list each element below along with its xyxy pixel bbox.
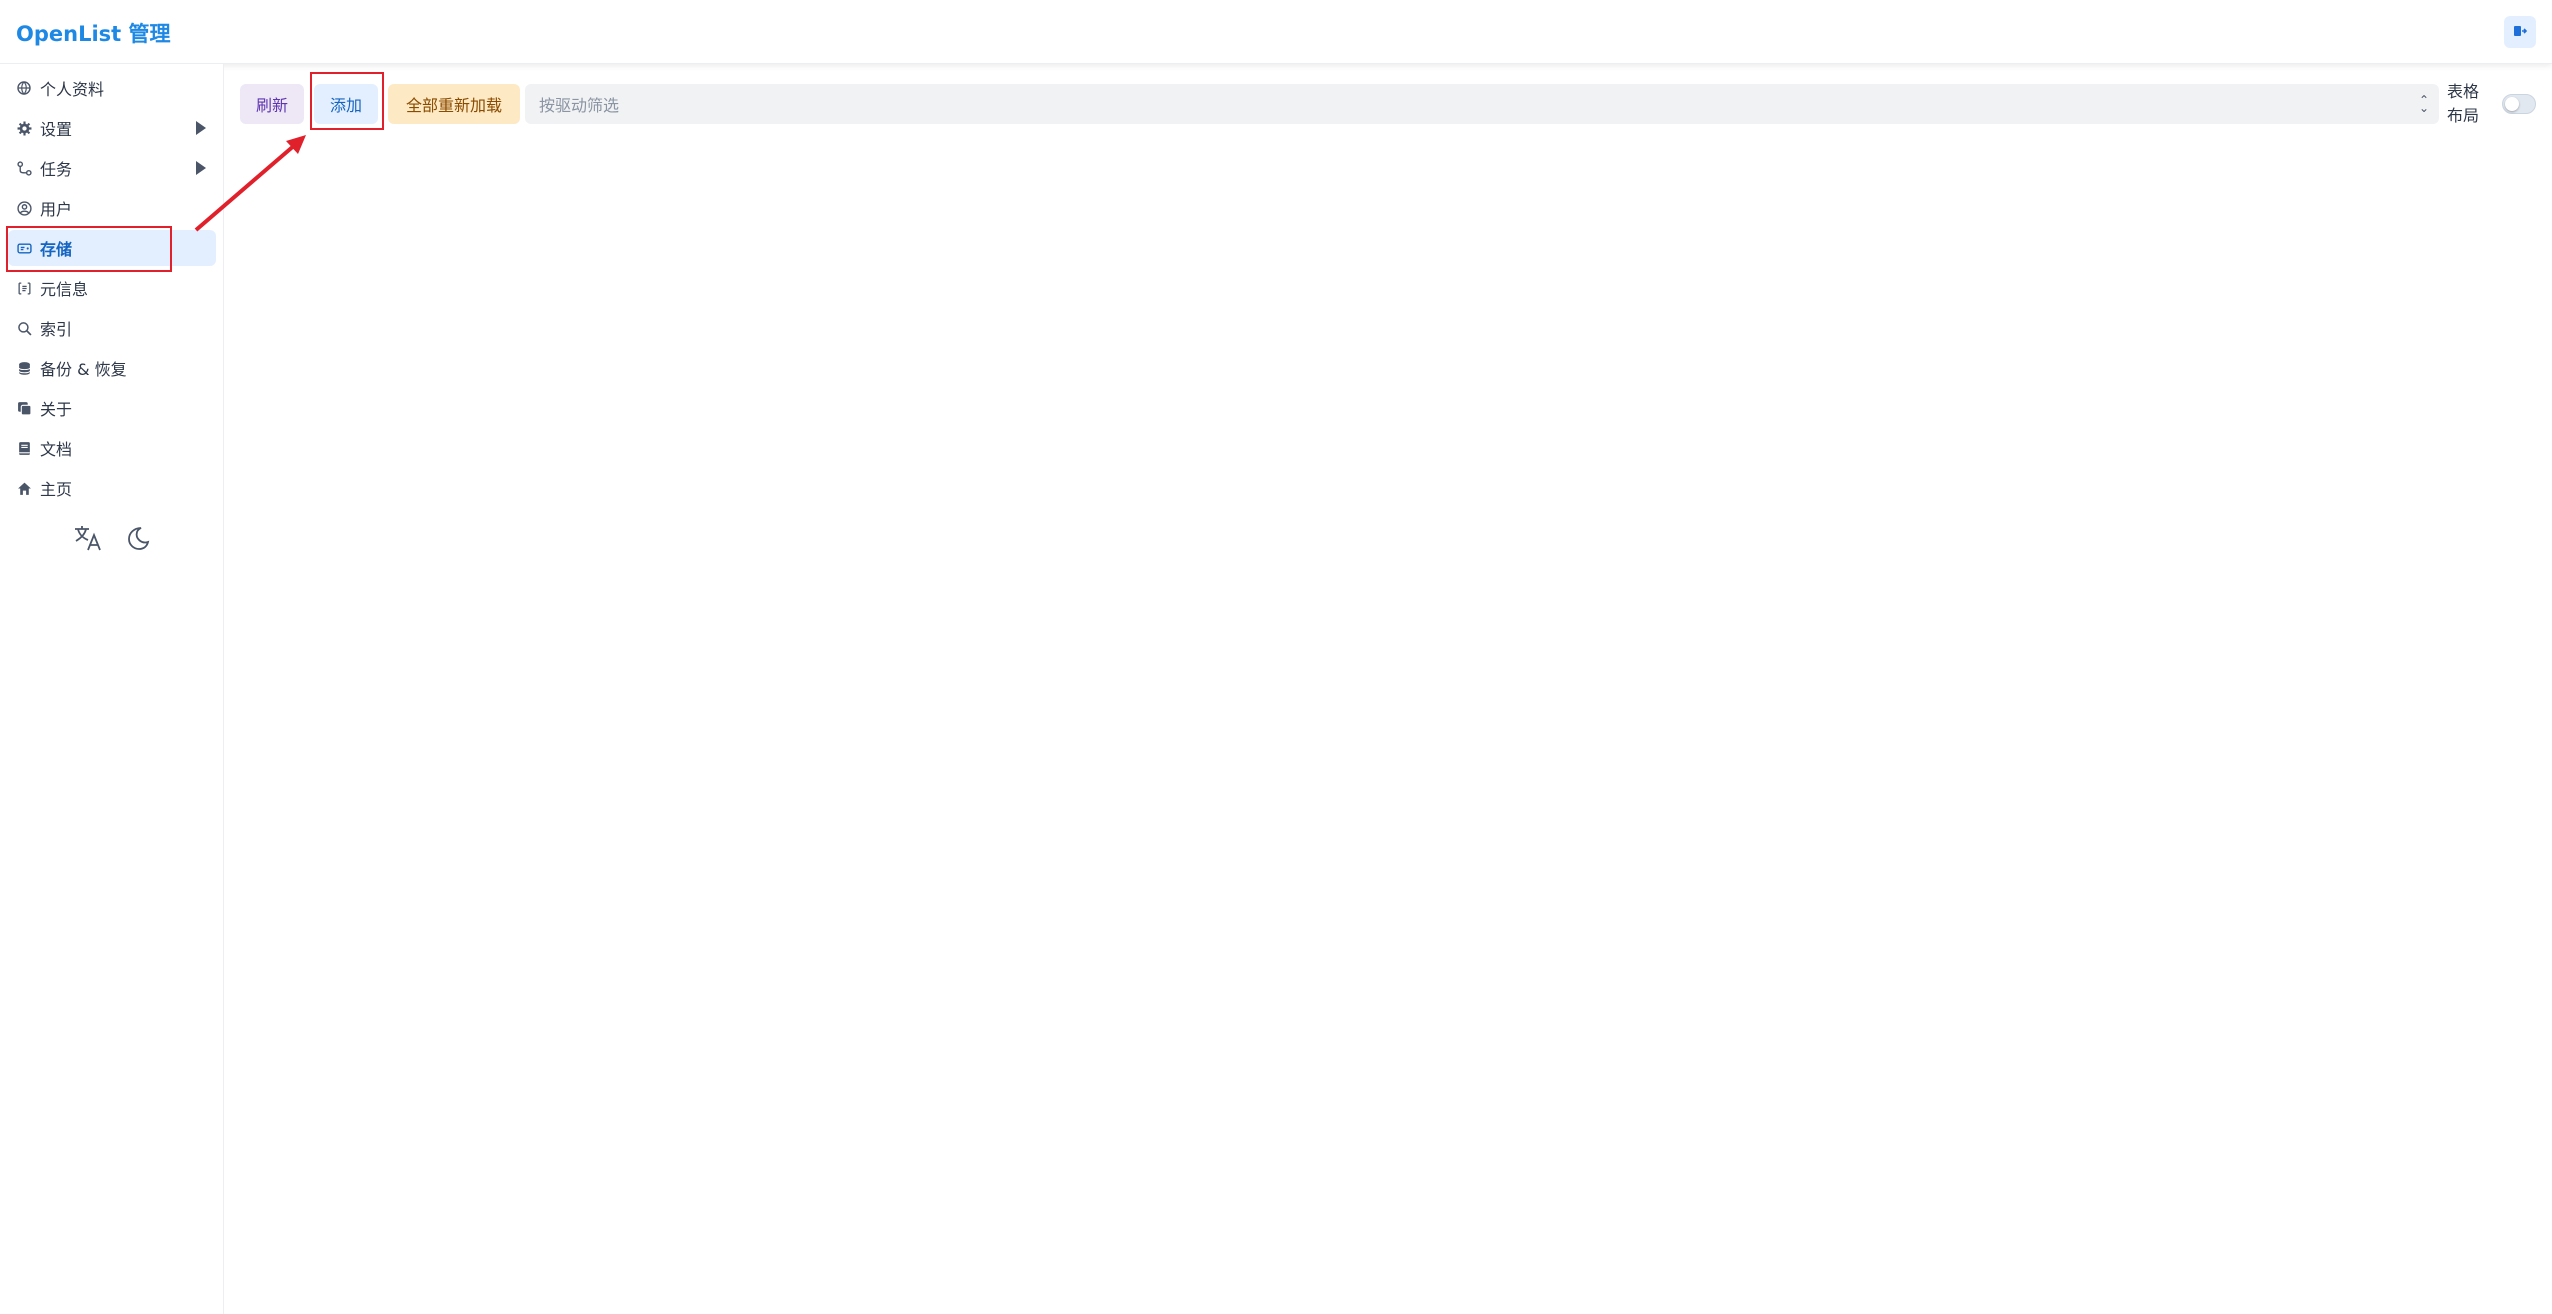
table-layout-toggle[interactable] <box>2502 94 2536 114</box>
refresh-button[interactable]: 刷新 <box>240 84 304 124</box>
sidebar-item-label: 用户 <box>40 200 73 219</box>
sidebar-item-label: 个人资料 <box>40 80 105 99</box>
home-icon <box>16 480 32 496</box>
globe-icon <box>16 80 32 96</box>
header: OpenList 管理 <box>0 0 2552 64</box>
reload-all-button[interactable]: 全部重新加载 <box>388 84 520 124</box>
language-button[interactable] <box>72 524 104 556</box>
sidebar-item-backup[interactable]: 备份 & 恢复 <box>8 350 216 386</box>
sidebar-item-home[interactable]: 主页 <box>8 470 216 506</box>
sidebar-item-users[interactable]: 用户 <box>8 190 216 226</box>
sidebar-item-label: 关于 <box>40 400 73 419</box>
app-title: OpenList 管理 <box>16 22 171 46</box>
sidebar-item-tasks[interactable]: 任务 <box>8 150 216 186</box>
sidebar-item-label: 文档 <box>40 440 73 459</box>
database-icon <box>16 360 32 376</box>
driver-filter-select[interactable]: 按驱动筛选 ⌃ ⌄ <box>525 84 2439 124</box>
sidebar-item-label: 任务 <box>40 160 73 179</box>
filter-placeholder: 按驱动筛选 <box>539 96 620 115</box>
sidebar-item-label: 主页 <box>40 480 73 499</box>
chevron-right-icon <box>196 121 206 135</box>
git-branch-icon <box>16 160 32 176</box>
user-circle-icon <box>16 200 32 216</box>
metadata-icon <box>16 280 32 296</box>
sidebar-item-label: 设置 <box>40 120 73 139</box>
search-icon <box>16 320 32 336</box>
copy-icon <box>16 400 32 416</box>
sidebar-item-label: 元信息 <box>40 280 89 299</box>
logout-button[interactable] <box>2504 16 2536 48</box>
sidebar-item-about[interactable]: 关于 <box>8 390 216 426</box>
sidebar-item-profile[interactable]: 个人资料 <box>8 70 216 106</box>
table-layout-label: 表格布局 <box>2447 82 2480 125</box>
moon-icon <box>124 524 152 556</box>
book-icon <box>16 440 32 456</box>
sidebar-item-docs[interactable]: 文档 <box>8 430 216 466</box>
sidebar-item-label: 备份 & 恢复 <box>40 360 127 379</box>
sidebar-item-label: 存储 <box>40 240 73 259</box>
chevron-right-icon <box>196 161 206 175</box>
sidebar-item-storage[interactable]: 存储 <box>8 230 216 266</box>
add-button[interactable]: 添加 <box>314 84 378 124</box>
storage-icon <box>16 240 32 256</box>
translate-icon <box>73 523 103 557</box>
theme-toggle-button[interactable] <box>122 524 154 556</box>
sidebar: 个人资料 设置 任务 用户 存储 元信息 索引 备份 & 恢复 关于 文档 主页 <box>0 64 224 1314</box>
gear-icon <box>16 120 32 136</box>
annotation-arrow <box>194 135 306 232</box>
sidebar-item-index[interactable]: 索引 <box>8 310 216 346</box>
sidebar-item-settings[interactable]: 设置 <box>8 110 216 146</box>
select-arrows-icon: ⌃ ⌄ <box>2418 93 2429 115</box>
toggle-knob <box>2505 97 2519 111</box>
logout-icon <box>2513 23 2528 42</box>
sidebar-item-label: 索引 <box>40 320 73 339</box>
toolbar: 刷新 添加 全部重新加载 按驱动筛选 ⌃ ⌄ 表格布局 <box>240 82 2536 125</box>
sidebar-tools <box>72 524 154 556</box>
sidebar-item-metadata[interactable]: 元信息 <box>8 270 216 306</box>
